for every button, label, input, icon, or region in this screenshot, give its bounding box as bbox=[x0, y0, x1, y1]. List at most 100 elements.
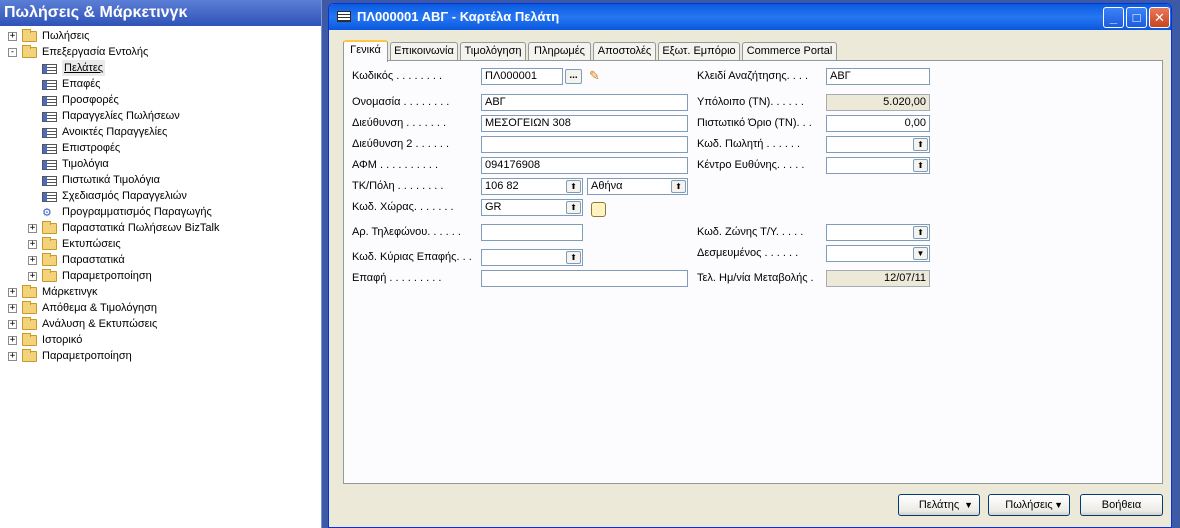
nav-tree-item[interactable]: ⚙ Προγραμματισμός Παραγωγής bbox=[0, 204, 321, 220]
tab-foreign-trade[interactable]: Εξωτ. Εμπόριο bbox=[658, 42, 740, 61]
postcode-lookup-icon[interactable]: ⬆ bbox=[566, 180, 581, 193]
expand-icon[interactable]: + bbox=[8, 336, 17, 345]
code-field[interactable]: ΠΛ000001 bbox=[481, 68, 563, 85]
nav-tree-item-label: Μάρκετινγκ bbox=[42, 286, 98, 298]
nav-tree-item[interactable]: + Εκτυπώσεις bbox=[0, 236, 321, 252]
nav-tree-item[interactable]: - Επεξεργασία Εντολής bbox=[0, 44, 321, 60]
address2-field[interactable] bbox=[481, 136, 688, 153]
expand-icon[interactable]: + bbox=[28, 240, 37, 249]
service-zone-field[interactable]: ⬆ bbox=[826, 224, 930, 241]
search-name-field[interactable]: ΑΒΓ bbox=[826, 68, 930, 85]
expand-icon[interactable]: + bbox=[28, 272, 37, 281]
expand-icon[interactable]: + bbox=[8, 320, 17, 329]
salesperson-lookup-icon[interactable]: ⬆ bbox=[913, 138, 928, 151]
customer-menu-button[interactable]: Πελάτης ▼ bbox=[898, 494, 980, 516]
tab-commerce-portal[interactable]: Commerce Portal bbox=[742, 42, 837, 61]
maximize-button[interactable]: □ bbox=[1126, 7, 1147, 28]
address-field[interactable]: ΜΕΣΟΓΕΙΩΝ 308 bbox=[481, 115, 688, 132]
postcode-value: 106 82 bbox=[485, 180, 519, 192]
nav-tree-item[interactable]: Παραγγελίες Πωλήσεων bbox=[0, 108, 321, 124]
expand-icon[interactable]: + bbox=[8, 352, 17, 361]
form-icon bbox=[42, 192, 57, 202]
tab-shipping[interactable]: Αποστολές bbox=[593, 42, 656, 61]
form-icon bbox=[42, 80, 57, 90]
nav-tree-item-label: Τιμολόγια bbox=[62, 158, 109, 170]
minimize-button[interactable]: _ bbox=[1103, 7, 1124, 28]
blocked-dropdown[interactable]: ▼ bbox=[826, 245, 930, 262]
nav-tree-item[interactable]: Πελάτες bbox=[0, 60, 321, 76]
nav-tree-item[interactable]: Τιμολόγια bbox=[0, 156, 321, 172]
nav-tree-item-label: Ιστορικό bbox=[42, 334, 83, 346]
nav-tree-item[interactable]: + Μάρκετινγκ bbox=[0, 284, 321, 300]
nav-tree-item[interactable]: + Πωλήσεις bbox=[0, 28, 321, 44]
name-field[interactable]: ΑΒΓ bbox=[481, 94, 688, 111]
responsibility-center-lookup-icon[interactable]: ⬆ bbox=[913, 159, 928, 172]
phone-label: Αρ. Τηλεφώνου. . . . . . bbox=[352, 226, 461, 238]
navigation-pane: Πωλήσεις & Μάρκετινγκ + Πωλήσεις - Επεξεργα… bbox=[0, 0, 322, 528]
nav-tree-item[interactable]: + Παραστατικά Πωλήσεων BizTalk bbox=[0, 220, 321, 236]
collapse-icon[interactable]: - bbox=[8, 48, 17, 57]
help-button[interactable]: Βοήθεια bbox=[1080, 494, 1163, 516]
code-label: Κωδικός . . . . . . . . bbox=[352, 70, 443, 82]
nav-tree-item[interactable]: + Ανάλυση & Εκτυπώσεις bbox=[0, 316, 321, 332]
expand-icon[interactable]: + bbox=[28, 224, 37, 233]
nav-tree-item-label: Προγραμματισμός Παραγωγής bbox=[62, 206, 212, 218]
nav-tree-item[interactable]: + Παραστατικά bbox=[0, 252, 321, 268]
postcode-field[interactable]: 106 82 ⬆ bbox=[481, 178, 583, 195]
nav-tree-item[interactable]: Επαφές bbox=[0, 76, 321, 92]
nav-tree-item[interactable]: + Απόθεμα & Τιμολόγηση bbox=[0, 300, 321, 316]
nav-tree-item-label: Ανοικτές Παραγγελίες bbox=[62, 126, 168, 138]
nav-tree-item-label: Παραστατικά bbox=[62, 254, 125, 266]
window-titlebar[interactable]: ΠΛ000001 ΑΒΓ - Καρτέλα Πελάτη _ □ ✕ bbox=[329, 4, 1171, 30]
form-icon bbox=[42, 144, 57, 154]
salesperson-label: Κωδ. Πωλητή . . . . . . bbox=[697, 138, 801, 150]
close-button[interactable]: ✕ bbox=[1149, 7, 1170, 28]
nav-tree-item[interactable]: Επιστροφές bbox=[0, 140, 321, 156]
nav-tree-item[interactable]: + Ιστορικό bbox=[0, 332, 321, 348]
tab-payments[interactable]: Πληρωμές bbox=[528, 42, 591, 61]
tab-general[interactable]: Γενικά bbox=[343, 40, 388, 62]
assist-edit-button[interactable]: ... bbox=[565, 69, 582, 84]
expand-icon[interactable]: + bbox=[8, 32, 17, 41]
credit-limit-field[interactable]: 0,00 bbox=[826, 115, 930, 132]
expand-icon[interactable]: + bbox=[8, 288, 17, 297]
chevron-down-icon[interactable]: ▼ bbox=[913, 247, 928, 260]
folder-icon bbox=[22, 301, 37, 314]
phone-field[interactable] bbox=[481, 224, 583, 241]
city-field[interactable]: Αθήνα ⬆ bbox=[587, 178, 688, 195]
map-icon[interactable] bbox=[591, 202, 606, 217]
blocked-label: Δεσμευμένος . . . . . . bbox=[697, 247, 799, 259]
pencil-icon[interactable]: ✎ bbox=[589, 68, 605, 84]
service-zone-lookup-icon[interactable]: ⬆ bbox=[913, 226, 928, 239]
tab-invoicing[interactable]: Τιμολόγηση bbox=[460, 42, 526, 61]
nav-tree-item-label: Πωλήσεις bbox=[42, 30, 90, 42]
folder-icon bbox=[42, 269, 57, 282]
nav-tree-item[interactable]: Πιστωτικά Τιμολόγια bbox=[0, 172, 321, 188]
expand-icon[interactable]: + bbox=[8, 304, 17, 313]
nav-tree-item[interactable]: Προσφορές bbox=[0, 92, 321, 108]
sales-menu-button[interactable]: Πωλήσεις ▼ bbox=[988, 494, 1070, 516]
postcode-label: ΤΚ/Πόλη . . . . . . . . bbox=[352, 180, 444, 192]
tab-communication[interactable]: Επικοινωνία bbox=[390, 42, 458, 61]
country-lookup-icon[interactable]: ⬆ bbox=[566, 201, 581, 214]
primary-contact-field[interactable]: ⬆ bbox=[481, 249, 583, 266]
salesperson-field[interactable]: ⬆ bbox=[826, 136, 930, 153]
general-tab-panel: Κωδικός . . . . . . . . ΠΛ000001 ... ✎ Ο… bbox=[343, 60, 1163, 484]
navigation-pane-title: Πωλήσεις & Μάρκετινγκ bbox=[0, 0, 321, 26]
nav-tree-item[interactable]: Ανοικτές Παραγγελίες bbox=[0, 124, 321, 140]
vat-field[interactable]: 094176908 bbox=[481, 157, 688, 174]
primary-contact-lookup-icon[interactable]: ⬆ bbox=[566, 251, 581, 264]
nav-tree-item[interactable]: + Παραμετροποίηση bbox=[0, 348, 321, 364]
nav-tree-item[interactable]: + Παραμετροποίηση bbox=[0, 268, 321, 284]
country-field[interactable]: GR ⬆ bbox=[481, 199, 583, 216]
contact-field[interactable] bbox=[481, 270, 688, 287]
contact-label: Επαφή . . . . . . . . . bbox=[352, 272, 442, 284]
folder-icon bbox=[22, 349, 37, 362]
responsibility-center-field[interactable]: ⬆ bbox=[826, 157, 930, 174]
balance-field[interactable]: 5.020,00 bbox=[826, 94, 930, 111]
country-value: GR bbox=[485, 201, 502, 213]
city-lookup-icon[interactable]: ⬆ bbox=[671, 180, 686, 193]
chevron-down-icon: ▼ bbox=[1054, 500, 1063, 510]
nav-tree-item[interactable]: Σχεδιασμός Παραγγελιών bbox=[0, 188, 321, 204]
expand-icon[interactable]: + bbox=[28, 256, 37, 265]
